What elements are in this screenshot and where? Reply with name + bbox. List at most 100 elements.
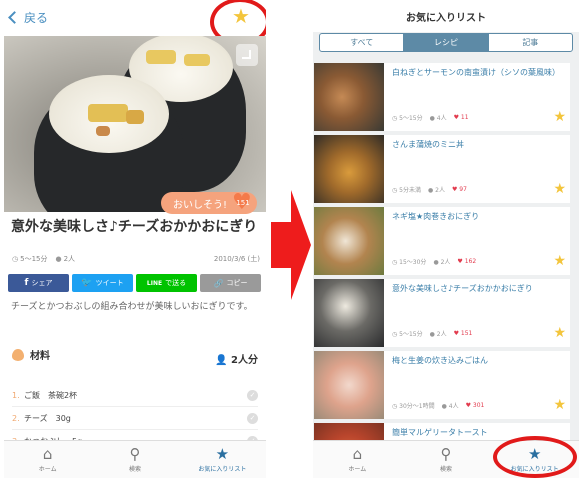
recipe-card-likes: 151 bbox=[460, 330, 473, 337]
recipe-card-likes: 162 bbox=[464, 258, 477, 265]
person-icon: ● 2人 bbox=[433, 259, 451, 266]
tab-search-label: 検索 bbox=[128, 466, 141, 473]
favorite-star-icon[interactable]: ★ bbox=[553, 325, 566, 341]
bottom-tab-bar: ⌂ ホーム ⚲ 検索 ★ お気に入りリスト bbox=[4, 440, 266, 478]
favorite-recipe-card[interactable]: 意外な美味しさ♪チーズおかかおにぎり ◷ 5〜15分 ● 2人 ♥ 151 ★ bbox=[314, 279, 570, 347]
recipe-card-meta: ◷ 30分〜1時間 ● 4人 ♥ 301 bbox=[392, 401, 484, 410]
search-icon: ⚲ bbox=[440, 445, 452, 463]
clock-icon: ◷ 5分未満 bbox=[392, 187, 421, 194]
segment-all[interactable]: すべて bbox=[320, 34, 405, 51]
chevron-left-icon bbox=[8, 11, 21, 24]
favorite-star-icon[interactable]: ★ bbox=[553, 109, 566, 125]
ingredients-label: 材料 bbox=[30, 351, 50, 362]
twitter-icon: 🐦 bbox=[81, 278, 93, 288]
facebook-icon: f bbox=[24, 278, 29, 288]
segment-recipe[interactable]: レシピ bbox=[404, 34, 489, 51]
ingredient-number: 1. bbox=[12, 390, 20, 400]
favorites-list-screen: お気に入りリスト すべて レシピ 記事 白ねぎとサーモンの南蛮漬け（シソの葉風味… bbox=[313, 0, 579, 478]
oishisou-badge[interactable]: おいしそう! 151 bbox=[161, 190, 257, 215]
heart-icon: 151 bbox=[232, 190, 253, 215]
person-icon: 👤 bbox=[215, 355, 228, 366]
recipe-time: 5〜15分 bbox=[20, 255, 48, 263]
recipe-detail-screen: 戻る ★ おいしそう! 151 意外な美味しさ♪チーズおかかおにぎり ◷ 5〜1… bbox=[4, 0, 266, 478]
recipe-thumbnail bbox=[314, 63, 384, 131]
recipe-meta: ◷ 5〜15分 ● 2人 2010/3/6 (土) bbox=[12, 254, 260, 264]
ingredient-text: ご飯 茶碗2杯 bbox=[24, 390, 78, 400]
heart-icon: ♥ 151 bbox=[453, 330, 473, 337]
servings-label: 2人分 bbox=[231, 355, 258, 366]
heart-icon: ♥ 11 bbox=[453, 114, 469, 121]
person-icon: ● 4人 bbox=[429, 115, 447, 122]
back-button[interactable]: 戻る bbox=[8, 9, 48, 26]
segment-articles[interactable]: 記事 bbox=[489, 34, 572, 51]
recipe-card-time: 30分〜1時間 bbox=[399, 403, 435, 410]
recipe-photo bbox=[4, 36, 266, 212]
home-icon: ⌂ bbox=[42, 445, 53, 463]
recipe-card-title: さんま蒲焼のミニ丼 bbox=[392, 140, 464, 149]
onigiri-front bbox=[34, 75, 184, 212]
twitter-share-button[interactable]: 🐦 ツイート bbox=[72, 274, 133, 292]
ingredient-number: 2. bbox=[12, 413, 20, 423]
detail-header: 戻る ★ bbox=[4, 0, 266, 46]
like-count: 151 bbox=[236, 199, 250, 207]
facebook-share-label: シェア bbox=[31, 279, 53, 287]
recipe-title: 意外な美味しさ♪チーズおかかおにぎり bbox=[11, 219, 258, 235]
recipe-card-people: 2人 bbox=[440, 259, 451, 266]
recipe-card-title: 梅と生姜の炊き込みごはん bbox=[392, 356, 488, 365]
tab-favorites-label: お気に入りリスト bbox=[198, 466, 247, 473]
recipe-card-likes: 97 bbox=[459, 186, 467, 193]
recipe-card-meta: ◷ 15〜30分 ● 2人 ♥ 162 bbox=[392, 257, 476, 266]
person-icon: ● 4人 bbox=[441, 403, 459, 410]
recipe-card-time: 5〜15分 bbox=[399, 331, 423, 338]
ingredient-row[interactable]: 2. チーズ 30g ✓ bbox=[12, 407, 258, 430]
check-icon[interactable]: ✓ bbox=[247, 389, 258, 401]
favorite-recipe-card[interactable]: 梅と生姜の炊き込みごはん ◷ 30分〜1時間 ● 4人 ♥ 301 ★ bbox=[314, 351, 570, 419]
favorite-recipe-card[interactable]: 白ねぎとサーモンの南蛮漬け（シソの葉風味） ◷ 5〜15分 ● 4人 ♥ 11 … bbox=[314, 63, 570, 131]
segment-control: すべて レシピ 記事 bbox=[319, 33, 573, 52]
ingredient-row[interactable]: 1. ご飯 茶碗2杯 ✓ bbox=[12, 384, 258, 407]
recipe-card-people: 4人 bbox=[448, 403, 459, 410]
recipe-thumbnail bbox=[314, 279, 384, 347]
clock-icon: ◷ 30分〜1時間 bbox=[392, 403, 435, 410]
recipe-servings-meta: 2人 bbox=[63, 255, 76, 263]
heart-icon: ♥ 97 bbox=[451, 186, 467, 193]
ingredients-heading: 材料 bbox=[12, 347, 50, 362]
favorite-star-icon[interactable]: ★ bbox=[553, 181, 566, 197]
servings: 👤 2人分 bbox=[215, 351, 258, 366]
favorite-star-icon[interactable]: ★ bbox=[553, 397, 566, 413]
favorite-recipe-card[interactable]: ネギ塩★肉巻きおにぎり ◷ 15〜30分 ● 2人 ♥ 162 ★ bbox=[314, 207, 570, 275]
line-share-label: で送る bbox=[165, 279, 187, 287]
arrow-right-icon bbox=[271, 190, 311, 300]
home-icon: ⌂ bbox=[352, 445, 363, 463]
expand-icon[interactable] bbox=[236, 44, 258, 66]
ingredients-icon bbox=[12, 348, 24, 361]
favorite-star-icon[interactable]: ★ bbox=[553, 253, 566, 269]
tab-home-label: ホーム bbox=[38, 466, 57, 473]
tab-search[interactable]: ⚲ 検索 bbox=[91, 441, 178, 478]
recipe-card-people: 2人 bbox=[435, 187, 445, 194]
person-icon: ● bbox=[55, 255, 62, 263]
heart-icon: ♥ 162 bbox=[457, 258, 477, 265]
tab-home[interactable]: ⌂ ホーム bbox=[4, 441, 91, 478]
ingredient-text: チーズ 30g bbox=[24, 413, 71, 423]
link-icon: 🔗 bbox=[213, 278, 224, 288]
recipe-card-meta: ◷ 5分未満 ● 2人 ♥ 97 bbox=[392, 185, 467, 194]
facebook-share-button[interactable]: f シェア bbox=[8, 274, 69, 292]
favorite-recipe-card[interactable]: さんま蒲焼のミニ丼 ◷ 5分未満 ● 2人 ♥ 97 ★ bbox=[314, 135, 570, 203]
search-icon: ⚲ bbox=[129, 445, 141, 463]
person-icon: ● 2人 bbox=[429, 331, 447, 338]
recipe-description: チーズとかつおぶしの組み合わせが美味しいおにぎりです。 bbox=[11, 302, 253, 312]
line-icon: LINE bbox=[146, 279, 163, 287]
star-icon: ★ bbox=[215, 445, 230, 463]
tab-home[interactable]: ⌂ ホーム bbox=[313, 441, 402, 478]
tab-search-label: 検索 bbox=[440, 466, 453, 473]
oishisou-label: おいしそう! bbox=[173, 199, 228, 211]
tab-favorites[interactable]: ★ お気に入りリスト bbox=[179, 441, 266, 478]
copy-link-button[interactable]: 🔗 コピー bbox=[200, 274, 261, 292]
tab-search[interactable]: ⚲ 検索 bbox=[402, 441, 491, 478]
recipe-card-time: 5〜15分 bbox=[399, 115, 423, 122]
line-share-button[interactable]: LINE で送る bbox=[136, 274, 197, 292]
check-icon[interactable]: ✓ bbox=[247, 412, 258, 424]
recipe-card-meta: ◷ 5〜15分 ● 4人 ♥ 11 bbox=[392, 113, 469, 122]
recipe-card-time: 15〜30分 bbox=[399, 259, 427, 266]
